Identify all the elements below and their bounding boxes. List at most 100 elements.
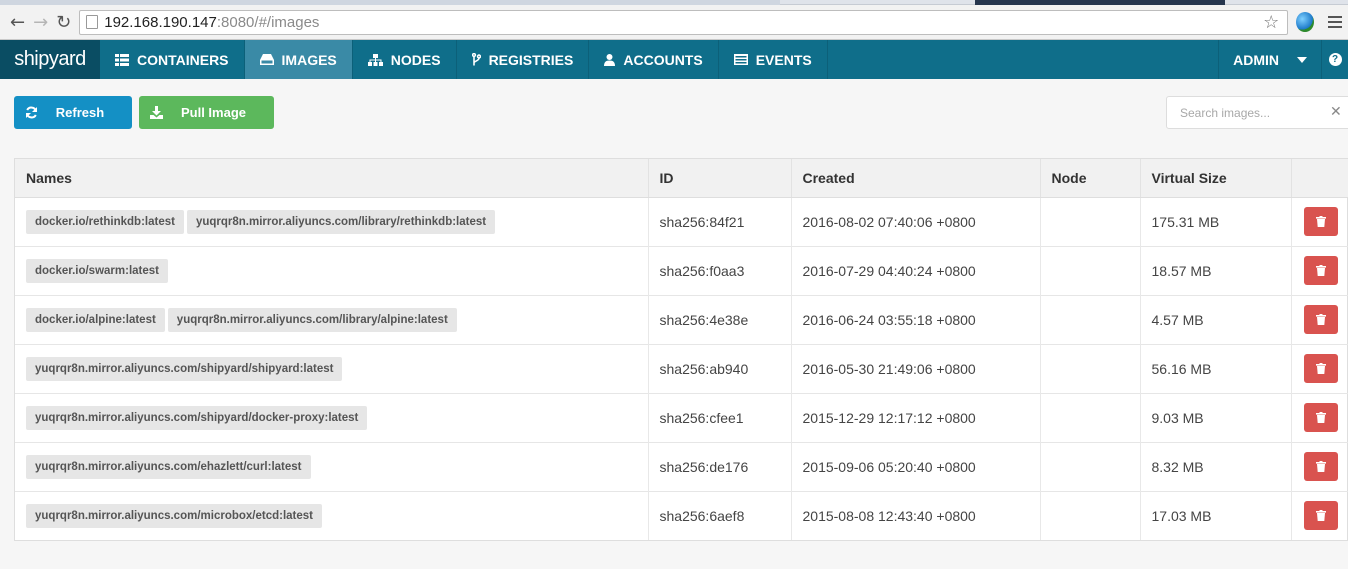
delete-image-button[interactable] xyxy=(1303,452,1338,481)
address-bar[interactable]: 192.168.190.147:8080/#/images ☆ xyxy=(79,9,1289,35)
browser-tabs[interactable] xyxy=(0,0,780,5)
image-tag: yuqrqr8n.mirror.aliyuncs.com/library/alp… xyxy=(167,307,457,332)
actions-cell xyxy=(1291,442,1348,491)
image-tag: docker.io/alpine:latest xyxy=(26,307,165,332)
brand-logo[interactable]: shipyard xyxy=(0,40,100,79)
url-path: :8080/#/images xyxy=(216,13,320,31)
column-header-id[interactable]: ID xyxy=(648,159,792,198)
created-cell: 2015-12-29 12:17:12 +0800 xyxy=(791,393,1041,442)
trash-icon xyxy=(1315,216,1326,227)
node-cell xyxy=(1040,197,1141,246)
search-input[interactable] xyxy=(1167,97,1317,128)
size-cell: 4.57 MB xyxy=(1140,295,1292,344)
actions-cell xyxy=(1291,295,1348,344)
nav-accounts[interactable]: ACCOUNTS xyxy=(589,40,719,79)
id-cell: sha256:f0aa3 xyxy=(648,246,792,295)
browser-menu-icon[interactable] xyxy=(1327,16,1342,28)
list-icon xyxy=(733,54,748,65)
delete-image-button[interactable] xyxy=(1303,305,1338,334)
url-host: 192.168.190.147 xyxy=(104,13,217,31)
clear-search-icon[interactable]: ✕ xyxy=(1330,104,1342,120)
node-cell xyxy=(1040,491,1141,540)
delete-image-button[interactable] xyxy=(1303,207,1338,236)
column-header-names[interactable]: Names xyxy=(15,159,649,198)
nav-events[interactable]: EVENTS xyxy=(719,40,828,79)
nav-nodes-label: NODES xyxy=(390,51,441,68)
id-cell: sha256:4e38e xyxy=(648,295,792,344)
id-cell: sha256:ab940 xyxy=(648,344,792,393)
delete-image-button[interactable] xyxy=(1303,403,1338,432)
back-arrow-icon[interactable]: ← xyxy=(6,9,29,35)
nav-containers-label: CONTAINERS xyxy=(137,51,229,68)
app-navbar: shipyard CONTAINERS IMAGES NODES REGISTR… xyxy=(0,40,1348,79)
help-button[interactable]: ? xyxy=(1322,40,1348,79)
nav-right: ADMIN ? xyxy=(1218,40,1348,79)
table-row: docker.io/swarm:latest sha256:f0aa3 2016… xyxy=(15,246,1348,295)
trash-icon xyxy=(1315,510,1326,522)
delete-image-button[interactable] xyxy=(1303,354,1338,383)
trash-icon xyxy=(1315,461,1326,472)
image-tag: yuqrqr8n.mirror.aliyuncs.com/library/ret… xyxy=(186,209,496,234)
actions-cell xyxy=(1291,344,1348,393)
image-tag: docker.io/rethinkdb:latest xyxy=(26,209,184,234)
trash-icon xyxy=(1315,314,1326,325)
refresh-button[interactable]: Refresh xyxy=(14,96,132,129)
page-toolbar: Refresh Pull Image ✕ xyxy=(0,79,1348,157)
user-menu-label: ADMIN xyxy=(1233,51,1279,68)
nav-images[interactable]: IMAGES xyxy=(244,40,353,79)
nav-registries[interactable]: REGISTRIES xyxy=(457,40,590,79)
refresh-icon xyxy=(25,106,38,122)
forward-arrow-icon[interactable]: → xyxy=(29,9,52,35)
created-cell: 2016-05-30 21:49:06 +0800 xyxy=(791,344,1041,393)
id-cell: sha256:cfee1 xyxy=(648,393,792,442)
browser-tab-active[interactable] xyxy=(975,0,1225,5)
table-row: docker.io/alpine:latest yuqrqr8n.mirror.a… xyxy=(15,295,1348,344)
table-row: yuqrqr8n.mirror.aliyuncs.com/microbox/et… xyxy=(15,491,1348,540)
delete-image-button[interactable] xyxy=(1303,501,1338,531)
names-cell: docker.io/alpine:latest yuqrqr8n.mirror.a… xyxy=(15,295,649,344)
nav-accounts-label: ACCOUNTS xyxy=(623,51,703,68)
actions-cell xyxy=(1291,491,1348,540)
images-table: Names ID Created Node Virtual Size docke… xyxy=(14,158,1348,541)
id-cell: sha256:84f21 xyxy=(648,197,792,246)
size-cell: 17.03 MB xyxy=(1140,491,1292,540)
nav-images-label: IMAGES xyxy=(281,51,337,68)
id-cell: sha256:de176 xyxy=(648,442,792,491)
node-cell xyxy=(1040,246,1141,295)
created-cell: 2015-09-06 05:20:40 +0800 xyxy=(791,442,1041,491)
actions-cell xyxy=(1291,246,1348,295)
names-cell: docker.io/rethinkdb:latest yuqrqr8n.mirro… xyxy=(15,197,649,246)
trash-icon xyxy=(1315,363,1326,374)
column-header-created[interactable]: Created xyxy=(791,159,1041,198)
question-icon: ? xyxy=(1328,53,1342,66)
created-cell: 2016-07-29 04:40:24 +0800 xyxy=(791,246,1041,295)
node-cell xyxy=(1040,393,1141,442)
size-cell: 18.57 MB xyxy=(1140,246,1292,295)
trash-icon xyxy=(1315,265,1326,276)
size-cell: 175.31 MB xyxy=(1140,197,1292,246)
actions-cell xyxy=(1291,197,1348,246)
globe-extension-icon[interactable] xyxy=(1296,12,1314,32)
branch-icon xyxy=(471,53,481,66)
column-header-virtual-size[interactable]: Virtual Size xyxy=(1140,159,1292,198)
nav-nodes[interactable]: NODES xyxy=(353,40,457,79)
user-icon xyxy=(604,53,616,66)
created-cell: 2015-08-08 12:43:40 +0800 xyxy=(791,491,1041,540)
sitemap-icon xyxy=(367,53,383,66)
image-tag: yuqrqr8n.mirror.aliyuncs.com/shipyard/sh… xyxy=(26,356,343,381)
names-cell: yuqrqr8n.mirror.aliyuncs.com/shipyard/do… xyxy=(15,393,649,442)
column-header-actions xyxy=(1291,159,1348,198)
reload-icon[interactable]: ↻ xyxy=(52,9,75,35)
caret-down-icon xyxy=(1297,56,1307,63)
column-header-node[interactable]: Node xyxy=(1040,159,1141,198)
bookmark-star-icon[interactable]: ☆ xyxy=(1263,12,1279,33)
user-menu[interactable]: ADMIN xyxy=(1218,40,1322,79)
delete-image-button[interactable] xyxy=(1303,256,1338,285)
size-cell: 9.03 MB xyxy=(1140,393,1292,442)
nav-containers[interactable]: CONTAINERS xyxy=(100,40,245,79)
pull-image-button[interactable]: Pull Image xyxy=(139,96,274,129)
created-cell: 2016-06-24 03:55:18 +0800 xyxy=(791,295,1041,344)
size-cell: 56.16 MB xyxy=(1140,344,1292,393)
node-cell xyxy=(1040,442,1141,491)
trash-icon xyxy=(1315,412,1326,423)
